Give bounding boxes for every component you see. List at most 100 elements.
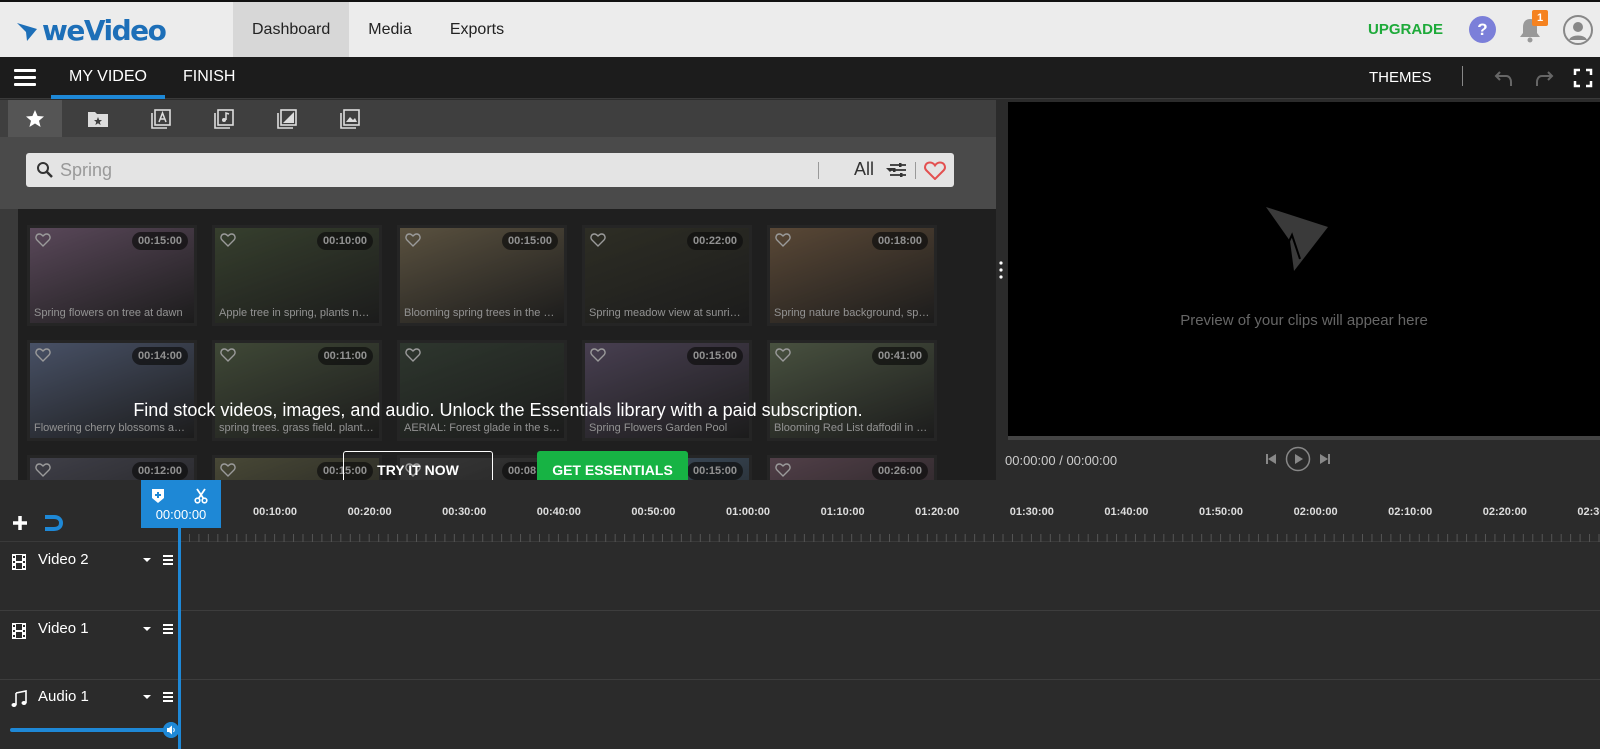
timeline-ruler[interactable]: 00:10:00 00:20:00 00:30:00 00:40:00 00:50:00… (0, 480, 1600, 542)
library-search-input[interactable] (60, 157, 800, 183)
track-audio-1[interactable]: Audio 1 (0, 680, 1600, 749)
thumbnail-title: Blooming spring trees in the park (404, 307, 560, 319)
redo-icon[interactable] (1533, 67, 1555, 89)
thumbnail-duration: 00:10:00 (316, 232, 373, 250)
ruler-tick-label: 00:40:00 (536, 506, 581, 518)
profile-avatar-icon[interactable] (1563, 15, 1593, 45)
nav-media[interactable]: Media (349, 2, 431, 57)
tab-favorites[interactable] (8, 100, 62, 137)
thumbnail-title: spring trees. grass field. plants ... (219, 422, 375, 434)
track-header: Video 2 (0, 543, 180, 611)
preview-scrubber[interactable] (1008, 436, 1600, 440)
thumbnail-title: Blooming Red List daffodil in th... (774, 422, 930, 434)
favorite-heart-icon[interactable] (775, 232, 791, 248)
favorite-heart-icon[interactable] (220, 347, 236, 363)
favorite-heart-icon[interactable] (405, 347, 421, 363)
ruler-tick-label: 01:50:00 (1198, 506, 1244, 518)
themes-button[interactable]: THEMES (1369, 69, 1432, 86)
stock-media-thumbnail[interactable]: 00:15:00 Spring Flowers Garden Pool (582, 340, 752, 441)
stock-media-thumbnail[interactable]: 00:22:00 Spring meadow view at sunrise. … (582, 225, 752, 326)
audio-volume-slider[interactable] (10, 728, 172, 732)
favorite-heart-icon[interactable] (775, 462, 791, 478)
star-icon (26, 109, 44, 127)
stock-media-thumbnail[interactable]: 00:18:00 Spring nature background, sprin… (767, 225, 937, 326)
panel-resize-handle-icon[interactable] (999, 260, 1003, 280)
track-menu-icon[interactable] (162, 623, 174, 635)
track-options-caret-icon[interactable] (142, 692, 152, 702)
favorite-heart-icon[interactable] (220, 462, 236, 478)
tab-audio[interactable] (197, 100, 251, 137)
track-name: Audio 1 (38, 688, 89, 705)
fullscreen-icon[interactable] (1572, 67, 1594, 89)
stock-media-thumbnail[interactable]: 00:15:00 Blooming spring trees in the pa… (397, 225, 567, 326)
track-options-caret-icon[interactable] (142, 624, 152, 634)
favorite-heart-icon[interactable] (35, 347, 51, 363)
playhead-time: 00:00:00 (155, 507, 207, 522)
favorite-heart-icon[interactable] (775, 347, 791, 363)
skip-forward-icon[interactable] (1319, 453, 1331, 465)
favorite-heart-icon[interactable] (590, 232, 606, 248)
skip-back-icon[interactable] (1265, 453, 1277, 465)
preview-timecode: 00:00:00 / 00:00:00 (1005, 453, 1118, 468)
nav-exports[interactable]: Exports (431, 2, 523, 57)
add-track-icon[interactable] (11, 514, 29, 532)
audio-library-icon (214, 108, 234, 129)
tab-text[interactable] (134, 100, 188, 137)
tab-images[interactable] (323, 100, 377, 137)
favorite-heart-icon[interactable] (405, 232, 421, 248)
stock-media-thumbnail[interactable]: AERIAL: Forest glade in the sun (397, 340, 567, 441)
favorite-heart-icon[interactable] (35, 462, 51, 478)
favorites-heart-icon[interactable] (924, 161, 946, 180)
volume-knob-icon[interactable] (163, 722, 179, 738)
ruler-ticks (180, 534, 1600, 542)
track-menu-icon[interactable] (162, 554, 174, 566)
thumbnail-title: AERIAL: Forest glade in the sun (404, 422, 560, 434)
text-library-icon (151, 108, 171, 129)
ruler-tick-label: 01:10:00 (820, 506, 865, 518)
nav-dashboard[interactable]: Dashboard (233, 2, 350, 57)
filter-value: All (854, 159, 875, 179)
play-icon[interactable] (1285, 446, 1311, 472)
wevideo-logo[interactable]: weVideo (16, 14, 167, 47)
library-search-area: All (0, 137, 996, 209)
tab-finish[interactable]: FINISH (183, 57, 235, 99)
track-video-2[interactable]: Video 2 (0, 543, 1600, 611)
help-icon[interactable]: ? (1469, 16, 1496, 43)
stock-media-thumbnail[interactable]: 00:12:00 (27, 455, 197, 480)
marker-icon[interactable] (151, 488, 165, 504)
upgrade-link[interactable]: UPGRADE (1368, 21, 1443, 38)
film-strip-icon (12, 623, 26, 639)
stock-media-thumbnail[interactable]: 00:15:00 Spring flowers on tree at dawn (27, 225, 197, 326)
undo-icon[interactable] (1493, 67, 1515, 89)
stock-media-thumbnail[interactable]: 00:41:00 Blooming Red List daffodil in t… (767, 340, 937, 441)
favorite-heart-icon[interactable] (35, 232, 51, 248)
tab-graphics[interactable] (260, 100, 314, 137)
ruler-tick-label: 00:30:00 (442, 506, 487, 518)
tab-my-media[interactable] (71, 100, 125, 137)
favorite-heart-icon[interactable] (220, 232, 236, 248)
ruler-tick-label: 01:40:00 (1104, 506, 1149, 518)
favorite-heart-icon[interactable] (590, 347, 606, 363)
essentials-upsell-message: Find stock videos, images, and audio. Un… (133, 400, 863, 420)
stock-media-thumbnail[interactable]: 00:14:00 Flowering cherry blossoms ani..… (27, 340, 197, 441)
magnet-snap-icon[interactable] (43, 514, 63, 532)
stock-media-thumbnail[interactable]: 00:10:00 Apple tree in spring, plants na… (212, 225, 382, 326)
thumbnail-duration: 00:41:00 (871, 347, 928, 365)
images-library-icon (340, 108, 360, 129)
scissors-split-icon[interactable] (194, 488, 208, 504)
playback-controls (1265, 446, 1331, 472)
track-video-1[interactable]: Video 1 (0, 612, 1600, 680)
playhead-handle[interactable]: 00:00:00 (141, 480, 221, 528)
hamburger-menu-icon[interactable] (14, 69, 36, 87)
wevideo-play-logo-icon (1266, 207, 1328, 271)
filter-settings-icon[interactable] (888, 160, 908, 180)
stock-media-thumbnail[interactable]: 00:26:00 (767, 455, 937, 480)
ruler-tick-label: 02:00:00 (1293, 506, 1338, 518)
thumbnail-duration: 00:26:00 (871, 462, 928, 480)
track-options-caret-icon[interactable] (142, 555, 152, 565)
stock-media-thumbnail[interactable]: 00:11:00 spring trees. grass field. plan… (212, 340, 382, 441)
tab-my-video[interactable]: MY VIDEO (51, 57, 165, 99)
track-menu-icon[interactable] (162, 691, 174, 703)
ruler-tick-label: 01:30:00 (1009, 506, 1054, 518)
track-header: Video 1 (0, 612, 180, 680)
